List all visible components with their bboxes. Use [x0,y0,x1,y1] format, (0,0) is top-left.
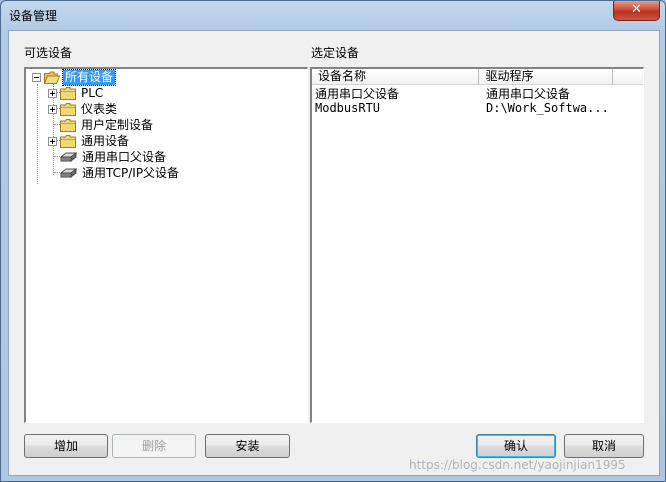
expand-icon[interactable] [48,88,57,98]
watermark-text: https://blog.csdn.net/yaojinjian1995 [409,458,626,472]
dialog-client-area: 可选设备 选定设备 所有设备 PLC 仪表类 用户定制设备 通用设备 通用串口父… [8,30,660,476]
dialog-window: 设备管理 ✕ 可选设备 选定设备 所有设备 PLC 仪表类 用户定制设备 通用设… [0,0,666,482]
device-tree[interactable]: 所有设备 PLC 仪表类 用户定制设备 通用设备 通用串口父设备 通用TCP/I… [24,67,308,423]
device-name-cell: 通用串口父设备 [315,87,400,101]
close-icon: ✕ [631,2,642,17]
dialog-title: 设备管理 [9,9,58,23]
column-header-device-name[interactable]: 设备名称 [312,69,480,85]
folder-open-icon [44,71,60,84]
tree-node-serial-parent[interactable]: 通用串口父设备 [60,149,168,165]
tree-node-plc[interactable]: PLC [48,85,105,101]
available-devices-label: 可选设备 [24,46,73,60]
tree-node-label: PLC [81,85,104,100]
device-icon [60,167,77,179]
delete-button[interactable]: 删除 [112,434,196,458]
driver-cell: D:\Work_Softwa... [486,101,609,115]
folder-icon [60,102,76,116]
cancel-button[interactable]: 取消 [564,434,644,458]
tree-node-label: 通用设备 [81,133,130,148]
tree-node-label: 通用TCP/IP父设备 [82,165,180,180]
selected-device-list[interactable]: 设备名称 驱动程序 通用串口父设备 通用串口父设备 ModbusRTU D:\W… [310,67,644,423]
tree-node-all-devices[interactable]: 所有设备 [32,68,117,86]
folder-icon [60,86,76,100]
folder-icon [60,118,76,132]
device-name-cell: ModbusRTU [315,101,381,115]
tree-node-custom-devices[interactable]: 用户定制设备 [60,117,155,133]
expand-icon[interactable] [48,136,57,146]
tree-node-label: 用户定制设备 [81,117,154,132]
install-button[interactable]: 安装 [205,434,290,458]
tree-node-instruments[interactable]: 仪表类 [48,101,119,117]
tree-connector-line [37,84,38,184]
folder-icon [60,134,76,148]
column-header-driver[interactable]: 驱动程序 [479,69,614,85]
tree-node-tcpip-parent[interactable]: 通用TCP/IP父设备 [60,165,181,181]
selected-devices-label: 选定设备 [311,46,360,60]
tree-node-generic-devices[interactable]: 通用设备 [48,133,131,149]
tree-node-label: 所有设备 [61,68,117,86]
expand-icon[interactable] [48,104,57,114]
device-icon [60,151,77,163]
column-header-filler [613,69,643,85]
driver-cell: 通用串口父设备 [486,87,571,101]
add-button[interactable]: 增加 [24,434,108,458]
list-header: 设备名称 驱动程序 [312,69,643,86]
tree-node-label: 通用串口父设备 [82,149,167,164]
confirm-button[interactable]: 确认 [476,434,556,458]
tree-node-label: 仪表类 [81,101,118,116]
collapse-icon[interactable] [32,72,41,82]
close-button[interactable]: ✕ [613,1,660,21]
